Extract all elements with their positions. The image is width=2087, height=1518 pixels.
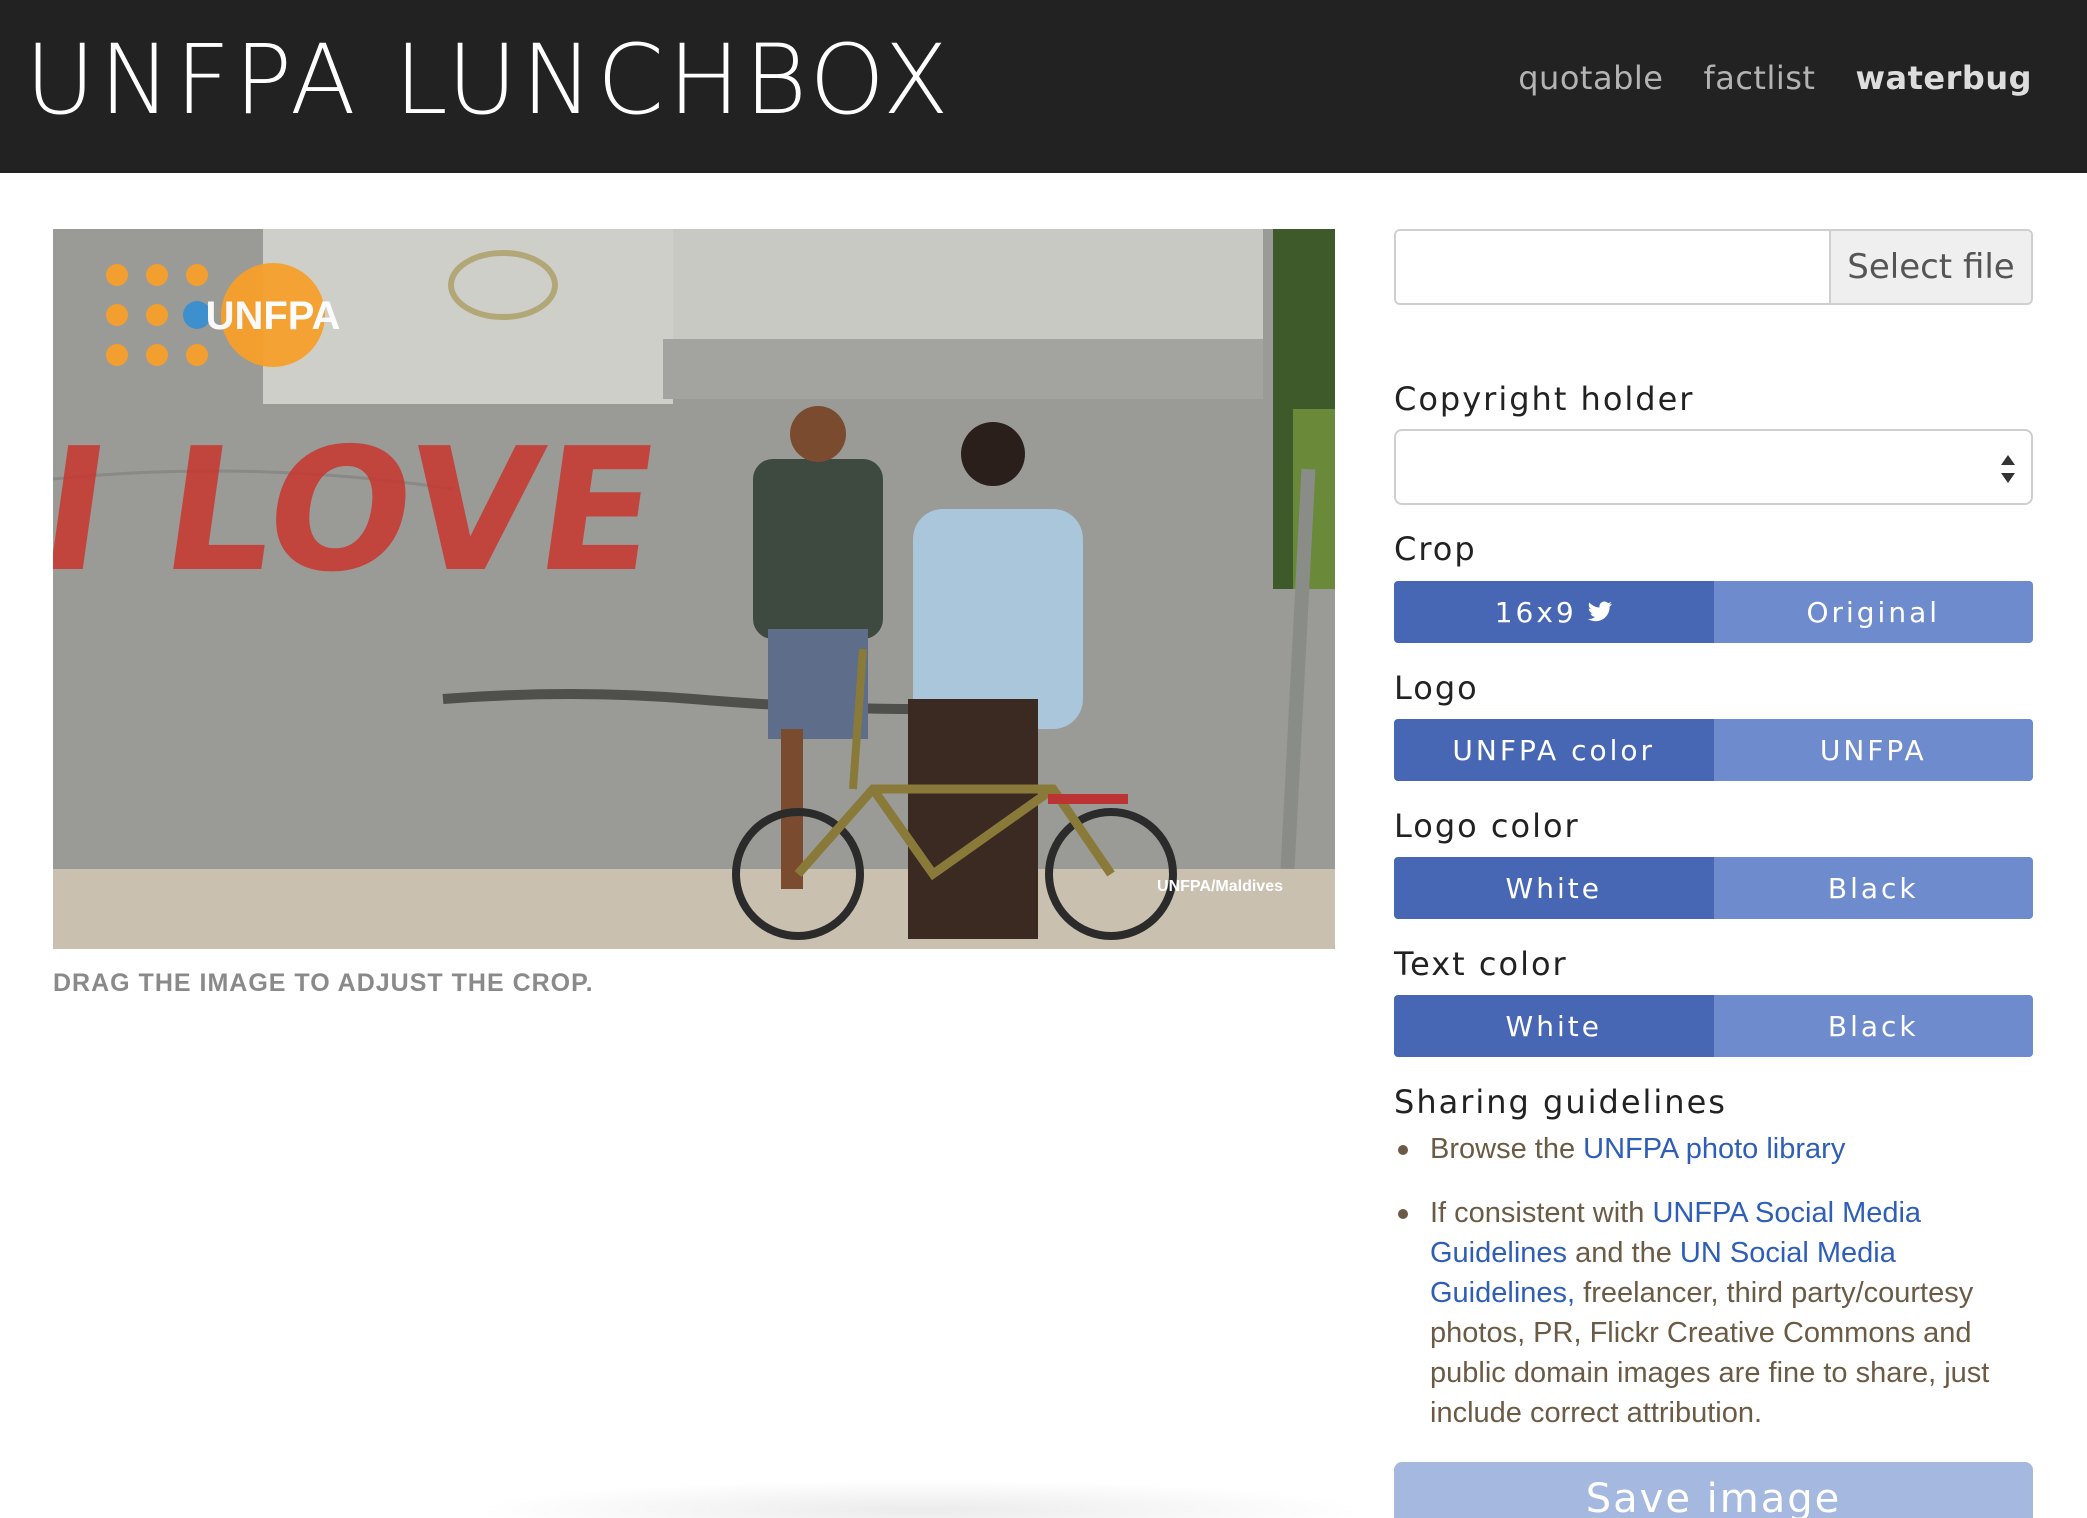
logo-toggle: UNFPA color UNFPA xyxy=(1394,719,2033,781)
guide2-mid: and the xyxy=(1567,1237,1680,1269)
logo-color-label: Logo color xyxy=(1394,807,1580,845)
bottom-shadow xyxy=(470,1480,1370,1518)
nav-factlist[interactable]: factlist xyxy=(1703,56,1815,100)
guide2-prefix: If consistent with xyxy=(1430,1197,1653,1229)
crop-toggle: 16x9 Original xyxy=(1394,581,2033,643)
nav-quotable[interactable]: quotable xyxy=(1518,56,1663,100)
sharing-guidelines-heading: Sharing guidelines xyxy=(1394,1083,1727,1121)
crop-label: Crop xyxy=(1394,530,1477,568)
photo-credit: UNFPA/Maldives xyxy=(1157,878,1283,895)
file-path-field[interactable] xyxy=(1396,231,1829,303)
photo-library-link[interactable]: UNFPA photo library xyxy=(1583,1133,1845,1165)
file-picker: Select file xyxy=(1394,229,2033,305)
logo-unfpa-button[interactable]: UNFPA xyxy=(1713,719,2033,781)
top-bar: UNFPA LUNCHBOX quotable factlist waterbu… xyxy=(0,0,2087,173)
logo-color-toggle: White Black xyxy=(1394,857,2033,919)
control-panel: Select file Copyright holder Crop 16x9 O… xyxy=(1394,229,2033,1518)
image-preview[interactable]: I LOVE UNFPA UNFPA/Maldives xyxy=(53,229,1335,949)
copyright-select[interactable] xyxy=(1394,429,2033,505)
twitter-bird-icon xyxy=(1587,601,1612,622)
crop-original-button[interactable]: Original xyxy=(1713,581,2033,643)
logo-text: UNFPA xyxy=(206,294,341,338)
crop-16x9-button[interactable]: 16x9 xyxy=(1394,581,1714,643)
crop-16x9-label: 16x9 xyxy=(1494,595,1577,629)
logo-unfpa-color-button[interactable]: UNFPA color xyxy=(1394,719,1714,781)
text-color-label: Text color xyxy=(1394,945,1568,983)
list-item: If consistent with UNFPA Social Media Gu… xyxy=(1394,1193,2033,1433)
graffiti-text: I LOVE xyxy=(53,412,670,610)
guide1-prefix: Browse the xyxy=(1430,1133,1584,1165)
copyright-label: Copyright holder xyxy=(1394,380,1695,418)
crop-hint: DRAG THE IMAGE TO ADJUST THE CROP. xyxy=(53,969,594,997)
select-file-button[interactable]: Select file xyxy=(1829,231,2031,303)
list-item: Browse the UNFPA photo library xyxy=(1394,1129,2033,1169)
logo-color-black-button[interactable]: Black xyxy=(1713,857,2033,919)
text-color-white-button[interactable]: White xyxy=(1394,995,1714,1057)
logo-label: Logo xyxy=(1394,669,1479,707)
photo-canvas: I LOVE UNFPA UNFPA/Maldives xyxy=(53,229,1335,949)
nav-waterbug[interactable]: waterbug xyxy=(1855,56,2032,100)
save-image-button[interactable]: Save image xyxy=(1394,1462,2033,1518)
logo-color-white-button[interactable]: White xyxy=(1394,857,1714,919)
text-color-toggle: White Black xyxy=(1394,995,2033,1057)
app-title: UNFPA LUNCHBOX xyxy=(25,24,953,136)
select-arrows-icon xyxy=(2001,455,2015,483)
main-nav: quotable factlist waterbug xyxy=(1518,56,2032,100)
sharing-guidelines-list: Browse the UNFPA photo library If consis… xyxy=(1394,1129,2033,1457)
text-color-black-button[interactable]: Black xyxy=(1713,995,2033,1057)
